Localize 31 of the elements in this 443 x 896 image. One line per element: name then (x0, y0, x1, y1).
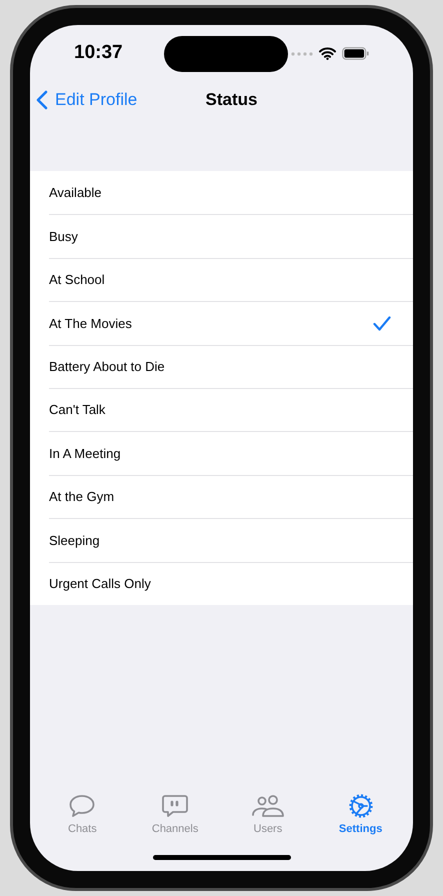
status-row[interactable]: Battery About to Die (49, 344, 413, 388)
status-label: Battery About to Die (49, 358, 165, 376)
status-row[interactable]: At the Gym (49, 474, 413, 518)
status-label: In A Meeting (49, 444, 121, 463)
status-row[interactable]: Sleeping (49, 518, 413, 562)
status-row[interactable]: At The Movies (49, 301, 413, 345)
people-icon (250, 792, 285, 818)
status-label: Busy (49, 228, 78, 246)
status-row[interactable]: In A Meeting (49, 431, 413, 475)
status-row[interactable]: Urgent Calls Only (49, 562, 413, 605)
status-row[interactable]: Available (49, 171, 413, 214)
nav-title: Status (206, 89, 258, 112)
chevron-left-icon (36, 90, 48, 110)
status-label: Urgent Calls Only (49, 574, 151, 593)
status-label: Available (49, 184, 102, 202)
back-button[interactable]: Edit Profile (36, 87, 138, 113)
signal-dots-icon (291, 52, 313, 56)
status-row[interactable]: Busy (49, 214, 413, 258)
status-label: At the Gym (49, 488, 114, 506)
battery-icon (342, 47, 369, 60)
status-row[interactable]: At School (49, 258, 413, 302)
quote-bubble-icon (160, 792, 190, 818)
speech-bubble-icon (67, 792, 98, 818)
status-label: At The Movies (49, 314, 132, 333)
status-label: At School (49, 271, 105, 290)
status-row[interactable]: Can't Talk (49, 388, 413, 432)
status-label: Can't Talk (49, 401, 106, 420)
tab-bar-item[interactable]: Settings (320, 792, 401, 837)
status-time: 10:37 (74, 41, 124, 66)
wifi-icon (319, 47, 336, 60)
status-label: Sleeping (49, 532, 100, 550)
